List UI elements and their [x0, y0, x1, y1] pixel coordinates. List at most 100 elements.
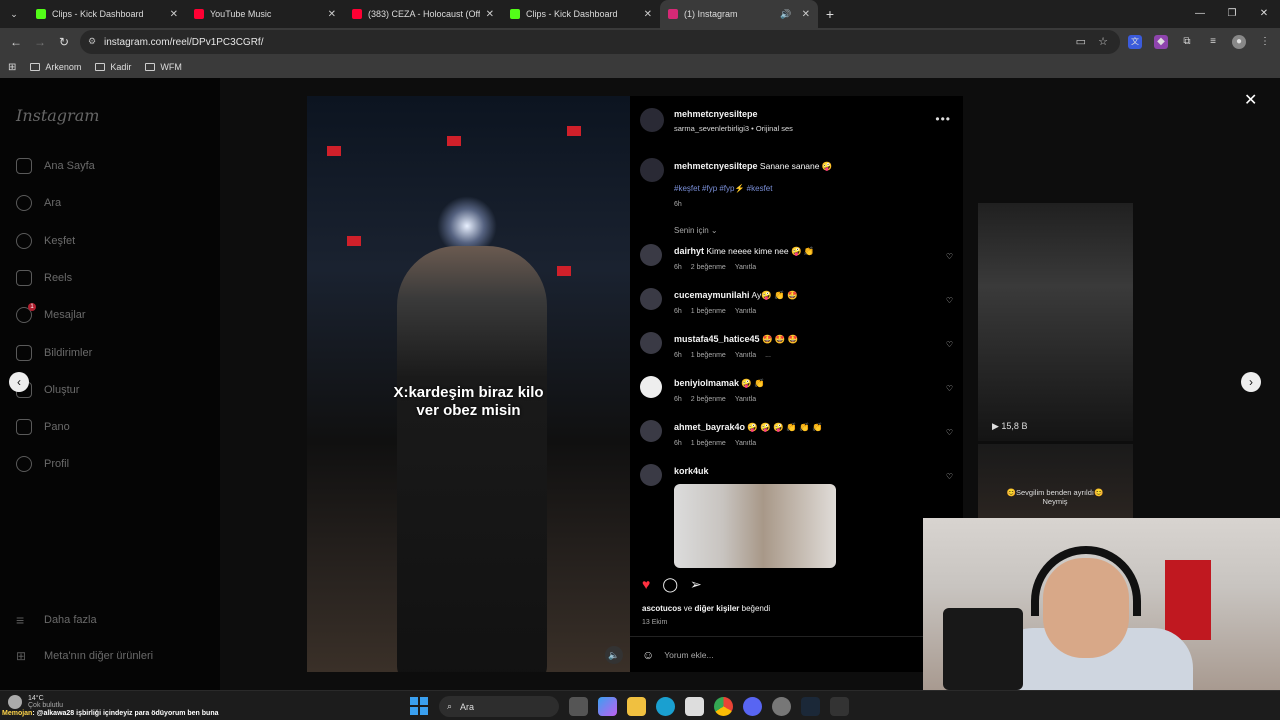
avatar[interactable]	[640, 376, 662, 398]
taskbar-search[interactable]: ⌕ Ara	[439, 696, 559, 717]
extension-icon[interactable]: ◆	[1154, 35, 1168, 49]
steam-icon[interactable]	[801, 697, 820, 716]
add-comment-bar: ☺ Yorum ekle...	[630, 636, 963, 672]
discord-icon[interactable]	[743, 697, 762, 716]
avatar[interactable]	[640, 244, 662, 266]
menu-icon[interactable]: ⋮	[1258, 35, 1272, 49]
windows-start-icon[interactable]	[410, 697, 429, 716]
instagram-logo[interactable]: Instagram	[16, 106, 99, 125]
mute-button[interactable]: 🔈	[605, 646, 623, 664]
restore-icon[interactable]: ❐	[1216, 0, 1248, 28]
tab[interactable]: (1) Instagram 🔊 ✕	[660, 0, 818, 28]
app-icon[interactable]	[772, 697, 791, 716]
weather-widget[interactable]: 14°C Çok bulutlu	[8, 695, 63, 709]
comment: beniyiolmamak 🤪 👏 6h 2 beğenme Yanıtla	[674, 378, 944, 403]
sidebar-item-meta[interactable]: ⊞ Meta'nın diğer ürünleri	[16, 649, 153, 663]
comment-meta: 6h 2 beğenme Yanıtla	[674, 396, 757, 403]
sidebar-item-profile[interactable]: Profil	[16, 456, 69, 473]
chrome-icon[interactable]	[714, 697, 733, 716]
comment-input[interactable]: Yorum ekle...	[664, 650, 713, 660]
next-reel-button[interactable]: ›	[1241, 372, 1261, 392]
file-explorer-icon[interactable]	[627, 697, 646, 716]
avatar[interactable]: ●	[1232, 35, 1246, 49]
comment-sort[interactable]: Senin için ⌄	[674, 226, 718, 235]
install-icon[interactable]: ▭	[1076, 35, 1086, 48]
forward-icon[interactable]: →	[28, 35, 52, 49]
address-bar[interactable]: ⚙ instagram.com/reel/DPv1PC3CGRf/ ▭ ☆	[80, 30, 1120, 54]
bookmark-folder[interactable]: Kadir	[95, 62, 131, 72]
tab-close-icon[interactable]: ✕	[644, 9, 652, 20]
tab[interactable]: Clips - Kick Dashboard ✕	[502, 0, 660, 28]
comment-like-icon[interactable]: ♡	[946, 472, 953, 481]
tab-audio-icon[interactable]: 🔊	[780, 9, 791, 20]
comment-like-icon[interactable]: ♡	[946, 384, 953, 393]
tab-list: Clips - Kick Dashboard ✕ YouTube Music ✕…	[28, 0, 818, 28]
author-name[interactable]: mehmetcnyesiltepe	[674, 109, 793, 119]
sidebar-item-more[interactable]: ≡ Daha fazla	[16, 612, 97, 628]
tab[interactable]: Clips - Kick Dashboard ✕	[28, 0, 186, 28]
avatar[interactable]	[640, 108, 664, 132]
sidebar-item-search[interactable]: Ara	[16, 195, 61, 212]
prev-reel-button[interactable]: ‹	[9, 372, 29, 392]
tab-close-icon[interactable]: ✕	[328, 9, 336, 20]
close-icon[interactable]: ✕	[1244, 90, 1257, 110]
sidebar-item-compass[interactable]: Keşfet	[16, 232, 75, 249]
decor-flag	[327, 146, 341, 156]
comment-like-icon[interactable]: ♡	[946, 428, 953, 437]
bookmark-folder[interactable]: WFM	[145, 62, 182, 72]
comment-image[interactable]	[674, 484, 836, 568]
reload-icon[interactable]: ↻	[52, 35, 76, 49]
like-heart-icon[interactable]: ♥	[642, 576, 650, 593]
sidebar-item-home[interactable]: Ana Sayfa	[16, 158, 95, 174]
toolbar: ← → ↻ ⚙ instagram.com/reel/DPv1PC3CGRf/ …	[0, 28, 1280, 56]
share-icon[interactable]: ➢	[690, 576, 702, 593]
app-icon[interactable]	[830, 697, 849, 716]
bookmark-folder[interactable]: Arkenom	[30, 62, 81, 72]
next-reel-preview[interactable]	[978, 203, 1133, 441]
avatar[interactable]	[640, 332, 662, 354]
tab[interactable]: (383) CEZA - Holocaust (Officia ✕	[344, 0, 502, 28]
tab-close-icon[interactable]: ✕	[802, 9, 810, 20]
tab[interactable]: YouTube Music ✕	[186, 0, 344, 28]
reels-icon	[16, 269, 32, 286]
reel-video[interactable]: X:kardeşim biraz kilo ver obez misin 🔈	[307, 96, 630, 672]
tab-close-icon[interactable]: ✕	[486, 9, 494, 20]
apps-icon[interactable]: ⊞	[8, 62, 16, 73]
avatar[interactable]	[640, 288, 662, 310]
audio-label[interactable]: sarma_sevenlerbirligi3 • Orijinal ses	[674, 124, 793, 133]
sidebar-item-chart[interactable]: Pano	[16, 419, 70, 436]
sidebar-item-heart[interactable]: Bildirimler	[16, 344, 92, 361]
copilot-icon[interactable]	[598, 697, 617, 716]
bookmark-star-icon[interactable]: ☆	[1098, 35, 1108, 48]
back-icon[interactable]: ←	[4, 35, 28, 49]
sidebar-item-messenger[interactable]: 1 Mesajlar	[16, 303, 86, 324]
compass-icon	[16, 232, 32, 249]
close-window-icon[interactable]: ✕	[1248, 0, 1280, 28]
media-icon[interactable]: ≡	[1206, 35, 1220, 49]
new-tab-button[interactable]: +	[818, 6, 842, 22]
comment-more-icon[interactable]: ...	[765, 352, 771, 359]
site-info-icon[interactable]: ⚙	[88, 36, 98, 46]
comment-like-icon[interactable]: ♡	[946, 252, 953, 261]
comment-like-icon[interactable]: ♡	[946, 296, 953, 305]
edge-icon[interactable]	[656, 697, 675, 716]
avatar[interactable]	[640, 464, 662, 486]
task-view-icon[interactable]	[569, 697, 588, 716]
puzzle-icon[interactable]: ⧉	[1180, 35, 1194, 49]
next-reel-preview-2[interactable]	[978, 444, 1133, 518]
avatar[interactable]	[640, 158, 664, 182]
store-icon[interactable]	[685, 697, 704, 716]
hashtags[interactable]: #keşfet #fyp #fyp⚡️ #kesfet	[674, 184, 772, 193]
avatar[interactable]	[640, 420, 662, 442]
tab-search-button[interactable]: ⌄	[0, 9, 28, 20]
more-options-icon[interactable]: •••	[935, 112, 951, 126]
sidebar-item-reels[interactable]: Reels	[16, 269, 72, 286]
translate-extension-icon[interactable]: 文	[1128, 35, 1142, 49]
tab-close-icon[interactable]: ✕	[170, 9, 178, 20]
comment-like-icon[interactable]: ♡	[946, 340, 953, 349]
comment-icon[interactable]: ◯	[662, 576, 678, 593]
comment-meta: 6h 1 beğenme Yanıtla	[674, 308, 757, 315]
minimize-icon[interactable]: —	[1184, 0, 1216, 28]
emoji-icon[interactable]: ☺	[642, 648, 654, 662]
comment-meta: 6h 1 beğenme Yanıtla	[674, 440, 757, 447]
